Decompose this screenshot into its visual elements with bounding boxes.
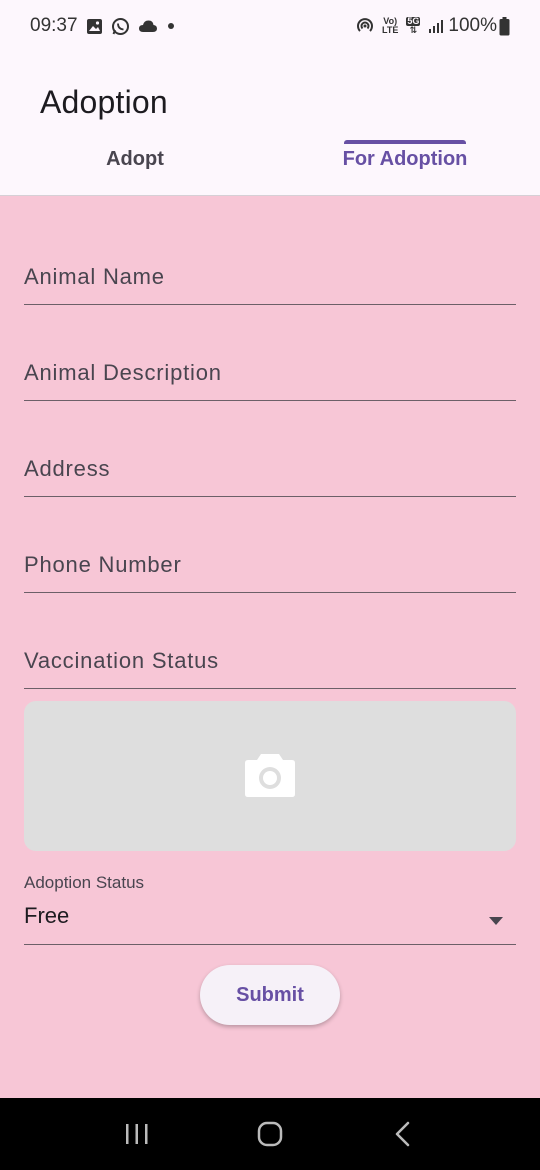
battery-icon bbox=[499, 16, 510, 36]
battery-percent: 100% bbox=[448, 15, 497, 36]
address-field bbox=[24, 401, 516, 497]
image-icon bbox=[86, 18, 103, 35]
animal-description-field bbox=[24, 305, 516, 401]
adoption-status-dropdown[interactable]: Free bbox=[24, 897, 516, 945]
volte-icon: Vo) LTE bbox=[382, 17, 398, 35]
cloud-icon bbox=[138, 19, 158, 33]
submit-button[interactable]: Submit bbox=[200, 965, 340, 1025]
image-picker[interactable] bbox=[24, 701, 516, 851]
camera-icon bbox=[244, 750, 296, 803]
vaccination-status-field bbox=[24, 593, 516, 689]
signal-icon bbox=[428, 18, 444, 34]
animal-name-input[interactable] bbox=[24, 257, 516, 297]
status-right: Vo) LTE 5G ⇅ 100% bbox=[356, 15, 510, 37]
system-nav-bar bbox=[0, 1098, 540, 1170]
status-bar: 09:37 Vo) LTE 5G ⇅ 100% bbox=[0, 0, 540, 52]
tab-for-adoption[interactable]: For Adoption bbox=[270, 138, 540, 196]
volte-bottom-text: LTE bbox=[382, 25, 399, 35]
phone-number-input[interactable] bbox=[24, 545, 516, 585]
tab-indicator bbox=[344, 140, 466, 144]
app-header: Adoption Adopt For Adoption bbox=[0, 52, 540, 196]
net-bottom-text: ⇅ bbox=[409, 25, 418, 35]
dropdown-arrow-icon bbox=[488, 913, 504, 931]
recent-apps-icon[interactable] bbox=[107, 1104, 167, 1164]
dot-icon bbox=[166, 21, 176, 31]
tab-adopt[interactable]: Adopt bbox=[0, 138, 270, 196]
back-icon[interactable] bbox=[373, 1104, 433, 1164]
address-input[interactable] bbox=[24, 449, 516, 489]
phone-number-field bbox=[24, 497, 516, 593]
status-time: 09:37 bbox=[30, 15, 78, 36]
page-title: Adoption bbox=[40, 84, 168, 120]
vaccination-status-input[interactable] bbox=[24, 641, 516, 681]
5g-icon: 5G ⇅ bbox=[406, 17, 421, 35]
hotspot-icon bbox=[356, 17, 374, 35]
whatsapp-icon bbox=[111, 17, 130, 36]
status-left: 09:37 bbox=[30, 15, 176, 37]
adoption-status-value: Free bbox=[24, 903, 70, 928]
animal-name-field bbox=[24, 209, 516, 305]
adoption-status-label: Adoption Status bbox=[24, 873, 145, 892]
animal-description-input[interactable] bbox=[24, 353, 516, 393]
adoption-form: Adoption Status Free Submit bbox=[0, 197, 540, 1097]
tab-bar: Adopt For Adoption bbox=[0, 138, 540, 196]
home-icon[interactable] bbox=[240, 1104, 300, 1164]
